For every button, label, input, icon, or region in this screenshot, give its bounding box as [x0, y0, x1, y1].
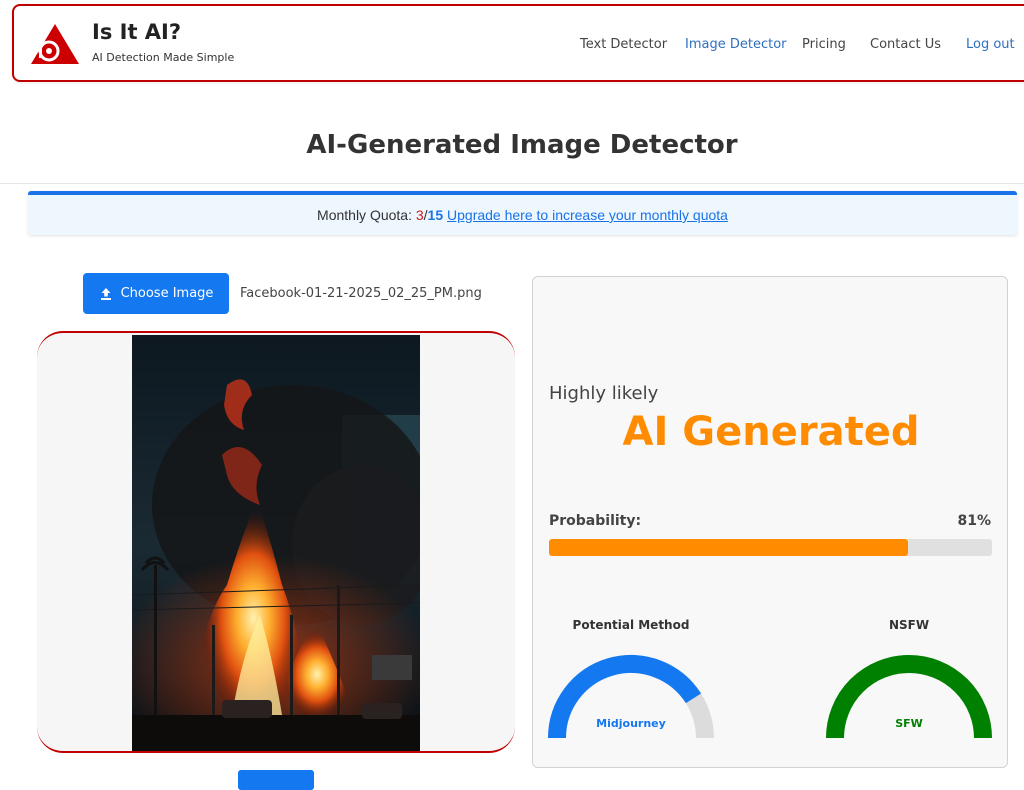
quota-total: 15	[427, 207, 444, 223]
uploaded-image	[132, 335, 420, 751]
selected-filename: Facebook-01-21-2025_02_25_PM.png	[240, 286, 482, 301]
quota-banner: Monthly Quota: 3/15 Upgrade here to incr…	[28, 191, 1017, 235]
gauge-label-method: Midjourney	[596, 717, 666, 730]
brand-title[interactable]: Is It AI?	[92, 20, 181, 44]
logo-icon[interactable]	[30, 22, 80, 66]
probability-bar-fill	[549, 539, 908, 556]
gauge-title-method: Potential Method	[572, 618, 690, 632]
likelihood-text: Highly likely	[549, 383, 659, 404]
page-title: AI-Generated Image Detector	[306, 130, 738, 160]
nav-pricing[interactable]: Pricing	[802, 37, 846, 52]
nav-log-out[interactable]: Log out	[966, 37, 1015, 52]
upgrade-link[interactable]: Upgrade here to increase your monthly qu…	[447, 207, 728, 223]
brand-subtitle: AI Detection Made Simple	[92, 51, 235, 64]
quota-label: Monthly Quota:	[317, 207, 412, 223]
probability-label: Probability:	[549, 513, 642, 529]
verdict-text: AI Generated	[622, 409, 920, 455]
choose-image-button[interactable]: Choose Image	[83, 273, 229, 314]
nav-image-detector[interactable]: Image Detector	[685, 37, 787, 52]
choose-image-label: Choose Image	[120, 286, 214, 301]
probability-value: 81%	[957, 513, 991, 529]
image-preview-panel	[37, 331, 515, 753]
gauge-title-nsfw: NSFW	[888, 618, 930, 632]
quota-used: 3	[415, 207, 424, 223]
detect-button[interactable]	[238, 770, 314, 790]
upload-icon	[100, 287, 111, 300]
result-card: Highly likely AI Generated Probability: …	[532, 276, 1008, 768]
site-header: Is It AI? AI Detection Made Simple Text …	[12, 4, 1024, 82]
probability-bar	[549, 539, 992, 556]
nav-contact-us[interactable]: Contact Us	[870, 37, 941, 52]
nav-text-detector[interactable]: Text Detector	[580, 37, 667, 52]
gauge-label-nsfw: SFW	[895, 717, 923, 730]
